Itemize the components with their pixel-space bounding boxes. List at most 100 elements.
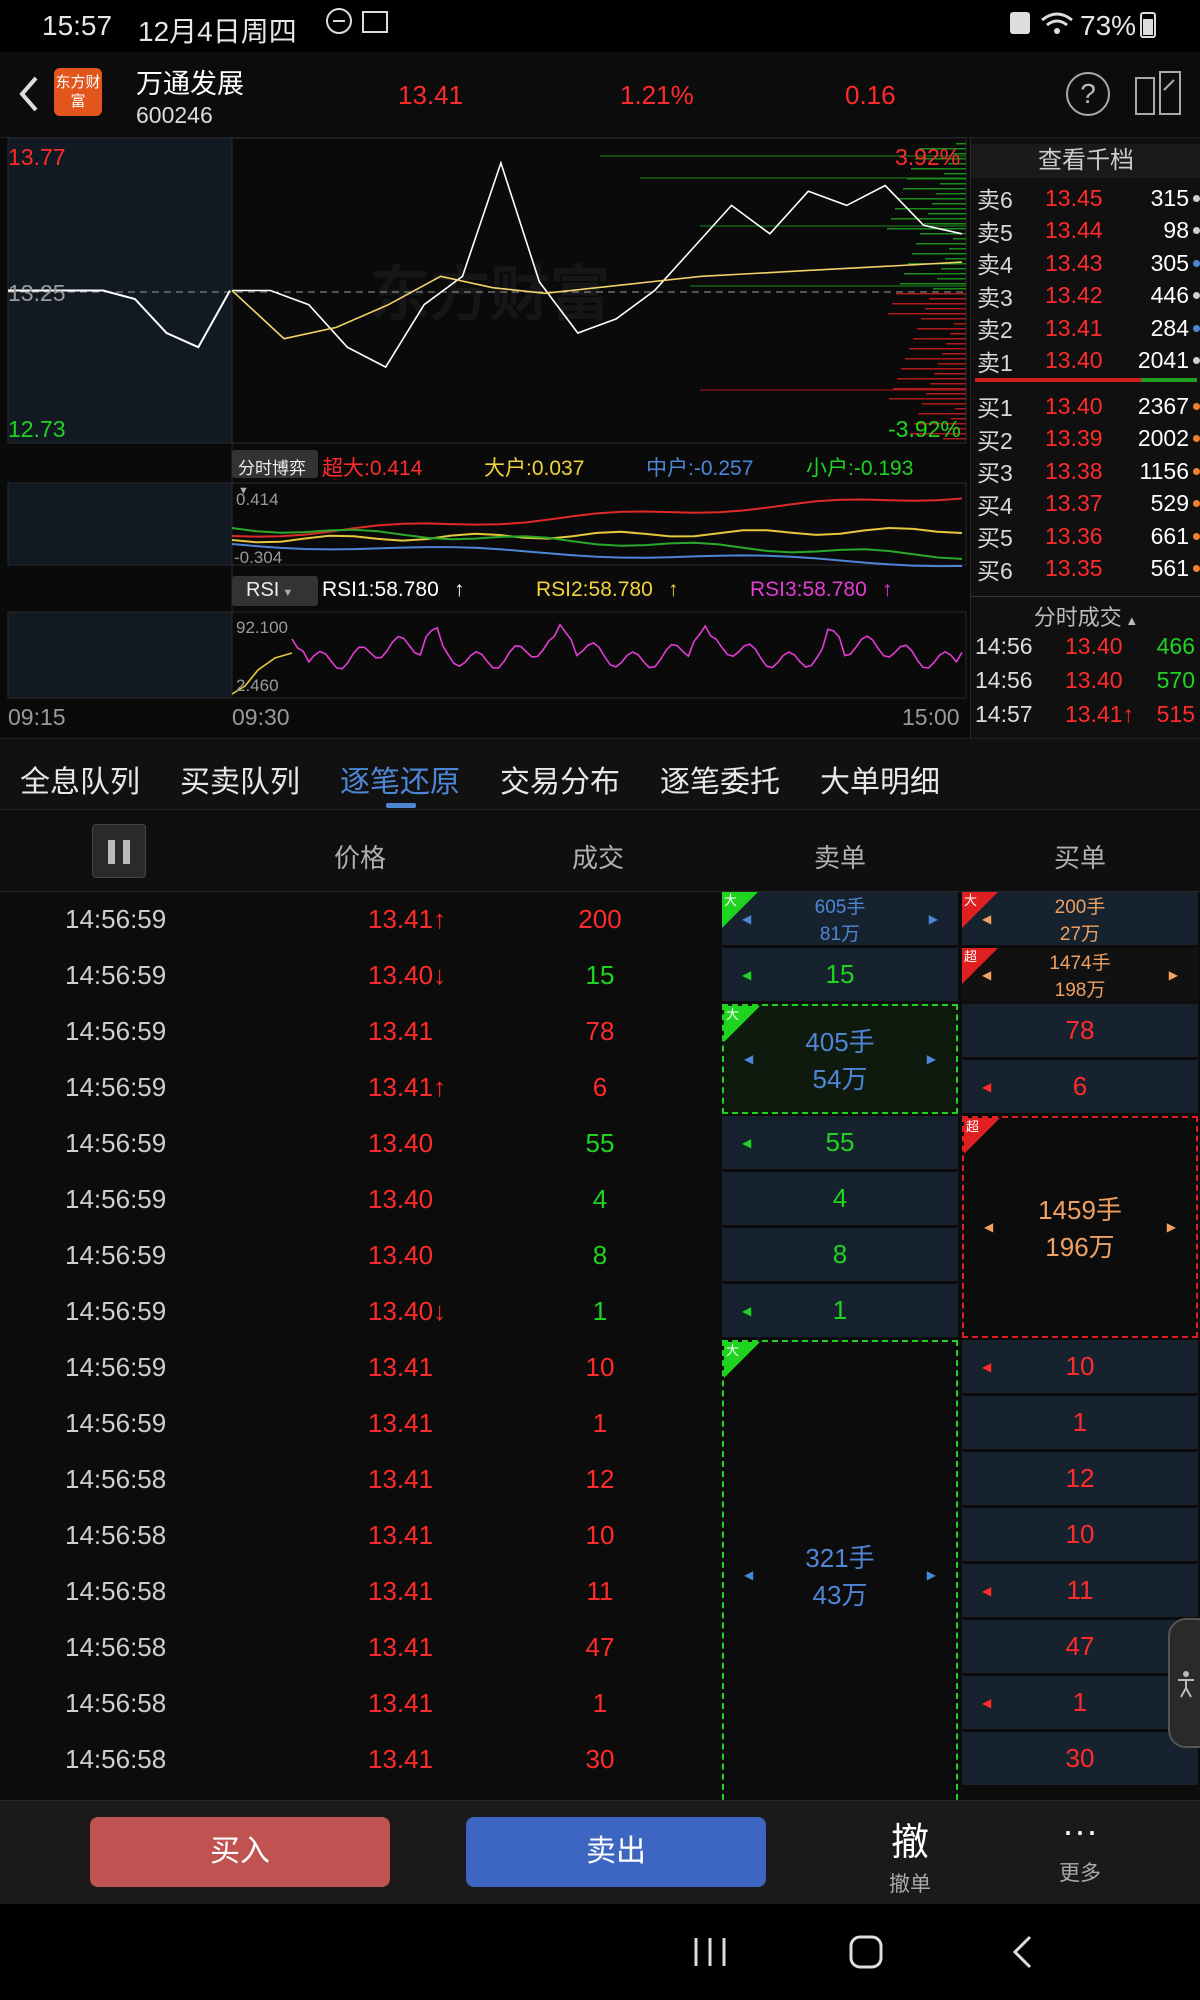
buy-order-3[interactable]: 78 <box>962 1004 1198 1058</box>
level-dot <box>1193 194 1200 202</box>
system-nav-bar <box>0 1904 1200 2000</box>
sell-order-1[interactable]: 605手 81万 大 ◀ ▶ <box>722 892 958 946</box>
buy-order-9[interactable]: 10 <box>962 1508 1198 1562</box>
buy-button[interactable]: 买入 <box>90 1817 390 1887</box>
depth-bar <box>932 203 966 205</box>
sell-order-4[interactable]: 55 ◀ <box>722 1116 958 1170</box>
depth-bar <box>933 288 966 290</box>
ask-level-row[interactable]: 卖2 13.41 284 <box>971 312 1200 344</box>
ask-level-volume: 2041 <box>1137 347 1189 373</box>
col-price: 价格 <box>334 843 387 873</box>
tick-price: 13.41↑ <box>1065 700 1135 727</box>
tab-large-orders[interactable]: 大单明细 <box>820 757 940 801</box>
tab-tick-orders[interactable]: 逐笔委托 <box>660 757 780 801</box>
arrow-left-icon: ◀ <box>742 1303 752 1318</box>
buy-order-4[interactable]: 6 ◀ <box>962 1060 1198 1114</box>
buy-order-1[interactable]: 200手 27万 大 ◀ <box>962 892 1198 946</box>
sell-order-5[interactable]: 4 <box>722 1172 958 1226</box>
ask-level-row[interactable]: 卖5 13.44 98 <box>971 215 1200 247</box>
ticks-title[interactable]: 分时成交 ▲ <box>971 600 1200 632</box>
table-row: 14:56:58 13.41 30 <box>0 1732 720 1788</box>
pause-button[interactable] <box>92 824 146 878</box>
ask-level-row[interactable]: 卖3 13.42 446 <box>971 280 1200 312</box>
ask-level-row[interactable]: 卖4 13.43 305 <box>971 247 1200 279</box>
sell-order-2[interactable]: 15 ◀ <box>722 948 958 1002</box>
rsi3-arrow: ↑ <box>882 578 893 601</box>
table-row: 14:56:58 13.41 11 <box>0 1564 720 1620</box>
ask-level-row[interactable]: 卖6 13.45 315 <box>971 182 1200 214</box>
depth-bar <box>937 278 966 280</box>
bid-level-row[interactable]: 买1 13.40 2367 <box>971 390 1200 422</box>
buy-order-7[interactable]: 1 <box>962 1396 1198 1450</box>
recent-apps-icon[interactable] <box>692 1936 728 1968</box>
bid-level-row[interactable]: 买6 13.35 561 <box>971 553 1200 585</box>
sell-order-8[interactable]: 321手 43万 大 ◀ ▶ <box>722 1340 958 1800</box>
tab-bid-ask-queue[interactable]: 买卖队列 <box>180 757 300 801</box>
bid-level-row[interactable]: 买4 13.37 529 <box>971 488 1200 520</box>
view-depth-button[interactable]: 查看千档 <box>971 144 1200 178</box>
bid-level-row[interactable]: 买5 13.36 661 <box>971 520 1200 552</box>
ask-level-label: 卖4 <box>977 252 1013 278</box>
depth-bar <box>909 348 966 350</box>
home-icon[interactable] <box>848 1934 884 1970</box>
super-badge: 超 <box>962 948 998 984</box>
sell-order-6[interactable]: 8 <box>722 1228 958 1282</box>
tick-list[interactable]: 14:56:59 13.41↑ 200 14:56:59 13.40↓ 15 14:56:5… <box>0 892 1200 1800</box>
table-row: 14:56:59 13.41↑ 200 <box>0 892 720 948</box>
tab-tick-replay[interactable]: 逐笔还原 <box>340 757 460 801</box>
buy-order-10[interactable]: 11 ◀ <box>962 1564 1198 1618</box>
tick-volume: 570 <box>1156 666 1195 693</box>
buy-order-6[interactable]: 10 ◀ <box>962 1340 1198 1394</box>
buy-order-13[interactable]: 30 <box>962 1732 1198 1786</box>
ask-level-label: 卖3 <box>977 284 1013 311</box>
depth-bar <box>888 313 966 315</box>
buy-order-8[interactable]: 12 <box>962 1452 1198 1506</box>
flow-blue-series <box>231 543 963 568</box>
back-icon[interactable] <box>16 74 40 114</box>
bid-level-price: 13.37 <box>1045 490 1103 516</box>
row-volume: 11 <box>586 1576 614 1606</box>
depth-bar <box>946 343 966 345</box>
bid-level-row[interactable]: 买3 13.38 1156 <box>971 455 1200 487</box>
more-button[interactable]: ··· 更多 <box>1030 1811 1130 1887</box>
tab-full-queue[interactable]: 全息队列 <box>20 757 140 801</box>
accessibility-handle[interactable] <box>1168 1618 1200 1748</box>
rsi-line-series <box>291 623 963 670</box>
accessibility-icon <box>1178 1671 1194 1698</box>
sim-icon <box>1010 12 1030 34</box>
buy-order-2[interactable]: 1474手 198万 超 ◀ ▶ <box>962 948 1198 1002</box>
row-price: 13.41 <box>368 1744 434 1774</box>
buy-order-5[interactable]: 1459手 196万 超 ◀ ▶ <box>962 1116 1198 1338</box>
depth-bar <box>887 228 966 230</box>
cancel-order-button[interactable]: 撤 撤单 <box>860 1811 960 1898</box>
bid-level-row[interactable]: 买2 13.39 2002 <box>971 423 1200 455</box>
flow-selector[interactable]: 分时博弈 ▼ <box>232 450 318 497</box>
tick-row: 14:57 13.41↑ 515 <box>971 698 1200 730</box>
intraday-chart[interactable] <box>0 138 970 738</box>
row-price: 13.41 <box>368 1632 434 1662</box>
depth-bar <box>924 223 966 225</box>
table-row: 14:56:59 13.40↓ 1 <box>0 1284 720 1340</box>
help-icon[interactable]: ? <box>1066 72 1110 116</box>
tab-trade-distribution[interactable]: 交易分布 <box>500 757 620 801</box>
price-low-label: 12.73 <box>8 416 66 442</box>
ask-level-row[interactable]: 卖1 13.40 2041 <box>971 345 1200 377</box>
indicator-selector[interactable]: RSI ▼ <box>232 576 318 606</box>
flow-large: 大户:0.037 <box>484 457 585 480</box>
row-price: 13.41 <box>368 1352 434 1382</box>
sell-button[interactable]: 卖出 <box>466 1817 766 1887</box>
buy-order-12[interactable]: 1 ◀ <box>962 1676 1198 1730</box>
sell-order-3[interactable]: 405手 54万 大 ◀ ▶ <box>722 1004 958 1114</box>
buy-order-11[interactable]: 47 <box>962 1620 1198 1674</box>
nav-back-icon[interactable] <box>1010 1934 1034 1970</box>
layout-switch-icon[interactable] <box>1134 70 1184 118</box>
sell-order-7[interactable]: 1 ◀ <box>722 1284 958 1338</box>
intraday-chart-panel[interactable]: 13.77 13.25 12.73 3.92% -3.92% 东方财富 分时博弈… <box>0 138 970 738</box>
ask-level-price: 13.43 <box>1045 249 1103 276</box>
big-badge: 大 <box>724 1006 760 1042</box>
row-time: 14:56:59 <box>65 1184 167 1214</box>
level-dot <box>1193 500 1200 507</box>
row-volume: 10 <box>585 1520 615 1550</box>
arrow-left-icon: ◀ <box>982 1359 992 1374</box>
row-price: 13.41 <box>368 1464 434 1494</box>
